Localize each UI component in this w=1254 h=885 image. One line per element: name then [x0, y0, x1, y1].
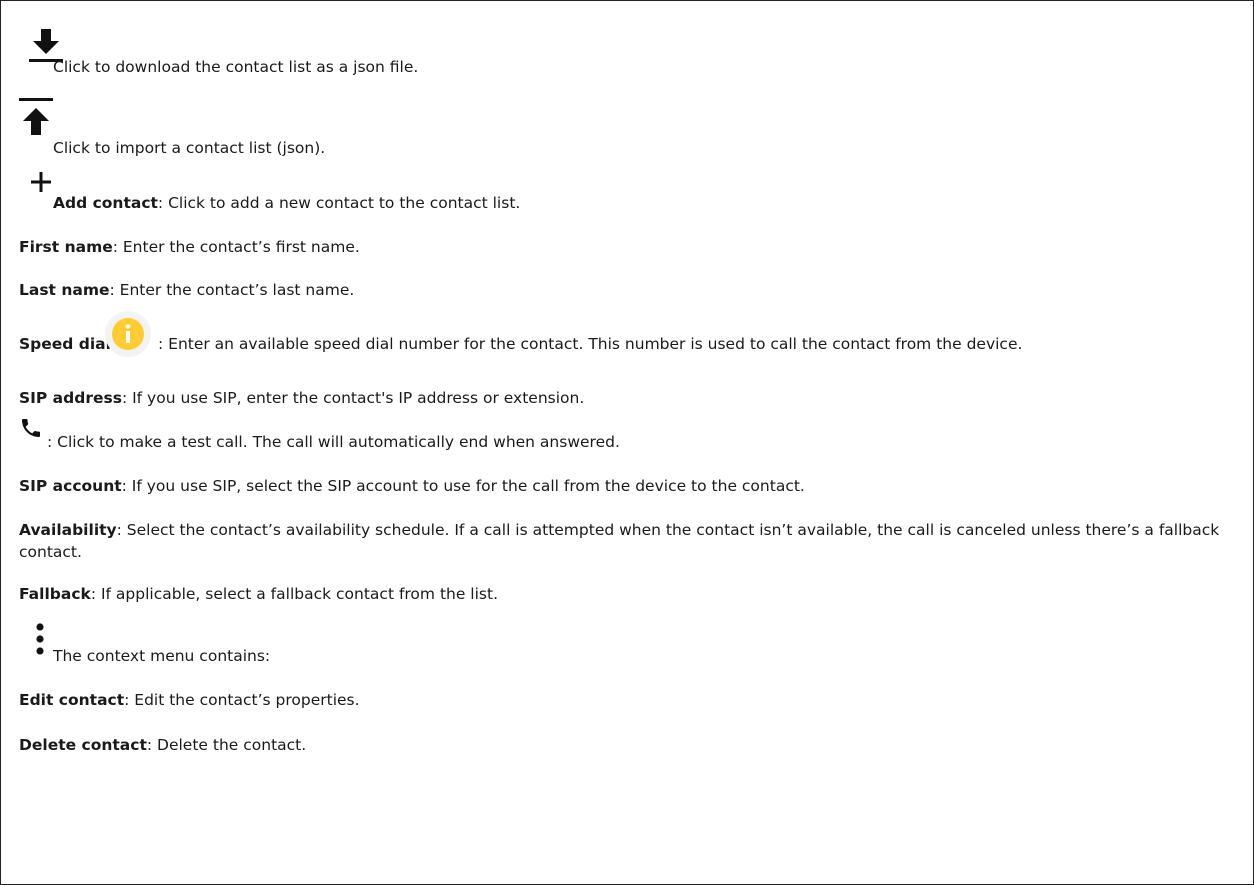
fallback-description: Fallback: If applicable, select a fallba…: [19, 583, 498, 605]
import-description: Click to import a contact list (json).: [53, 137, 325, 159]
delete-contact-label: Delete contact: [19, 736, 147, 754]
sip-account-description: SIP account: If you use SIP, select the …: [19, 475, 805, 497]
sip-address-description: SIP address: If you use SIP, enter the c…: [19, 387, 584, 409]
more-vertical-icon[interactable]: [35, 623, 45, 655]
first-name-description: First name: Enter the contact’s first na…: [19, 236, 360, 258]
download-text: Click to download the contact list as a …: [53, 58, 419, 76]
speed-dial-text-line: : Enter an available speed dial number f…: [158, 333, 1022, 355]
edit-contact-text: : Edit the contact’s properties.: [124, 691, 360, 709]
fallback-text: : If applicable, select a fallback conta…: [90, 585, 498, 603]
sip-account-text: : If you use SIP, select the SIP account…: [121, 477, 805, 495]
last-name-description: Last name: Enter the contact’s last name…: [19, 279, 354, 301]
context-menu-description: The context menu contains:: [53, 645, 270, 667]
availability-description: Availability: Select the contact’s avail…: [19, 519, 1234, 563]
add-contact-description: Add contact: Click to add a new contact …: [53, 192, 520, 214]
availability-label: Availability: [19, 521, 117, 539]
sip-address-text: : If you use SIP, enter the contact's IP…: [121, 389, 585, 407]
delete-contact-text: : Delete the contact.: [146, 736, 307, 754]
download-description: Click to download the contact list as a …: [53, 56, 418, 78]
speed-dial-text: : Enter an available speed dial number f…: [158, 335, 1023, 353]
test-call-text: : Click to make a test call. The call wi…: [47, 433, 620, 451]
fallback-label: Fallback: [19, 585, 91, 603]
phone-icon[interactable]: [19, 416, 43, 440]
add-contact-label: Add contact: [53, 194, 158, 212]
upload-icon[interactable]: [19, 98, 53, 140]
edit-contact-label: Edit contact: [19, 691, 125, 709]
info-icon: [104, 310, 152, 358]
last-name-label: Last name: [19, 281, 110, 299]
add-contact-text: : Click to add a new contact to the cont…: [157, 194, 521, 212]
delete-contact-description: Delete contact: Delete the contact.: [19, 734, 306, 756]
speed-dial-description: Speed dial: [19, 333, 111, 355]
context-menu-text: The context menu contains:: [53, 647, 271, 665]
last-name-text: : Enter the contact’s last name.: [109, 281, 355, 299]
import-text: Click to import a contact list (json).: [53, 139, 326, 157]
test-call-description: : Click to make a test call. The call wi…: [47, 431, 620, 453]
sip-address-label: SIP address: [19, 389, 122, 407]
edit-contact-description: Edit contact: Edit the contact’s propert…: [19, 689, 360, 711]
availability-text: : Select the contact’s availability sche…: [19, 521, 1220, 561]
first-name-label: First name: [19, 238, 113, 256]
first-name-text: : Enter the contact’s first name.: [112, 238, 360, 256]
speed-dial-label: Speed dial: [19, 335, 111, 353]
plus-icon[interactable]: [31, 172, 51, 192]
document-page: Click to download the contact list as a …: [0, 0, 1254, 885]
sip-account-label: SIP account: [19, 477, 122, 495]
